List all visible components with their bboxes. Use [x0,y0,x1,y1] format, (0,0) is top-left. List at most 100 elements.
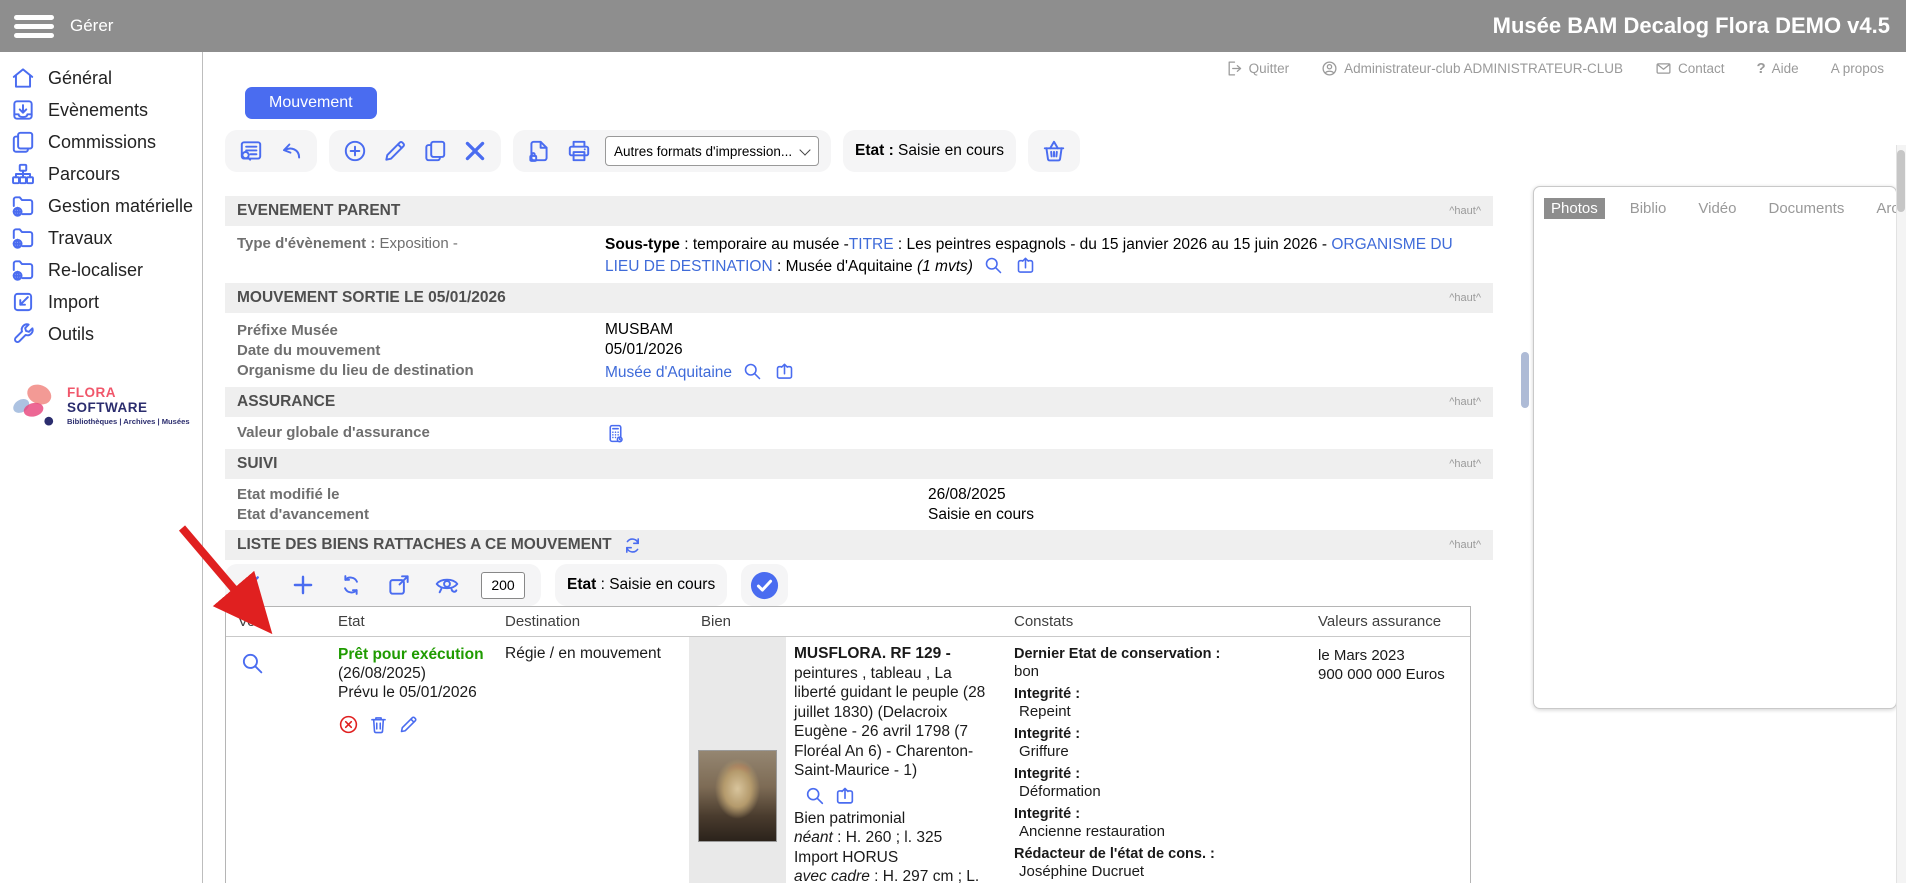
open-record-icon[interactable] [834,785,856,807]
folder-globe-icon [10,193,36,219]
sidebar-item-evenements[interactable]: Evènements [0,94,202,126]
add-bien-button[interactable] [289,571,317,599]
destination-cell: Régie / en mouvement [493,637,689,883]
etat-badge: Etat : Saisie en cours [843,130,1016,172]
tab-documents[interactable]: Documents [1761,198,1851,219]
list-search-button[interactable] [237,137,265,165]
main-content: Mouvement Autres formats d'impression...… [203,52,1533,883]
collapse-left-button[interactable] [241,571,269,599]
view-search-icon[interactable] [240,651,265,676]
aide-link[interactable]: ? Aide [1757,60,1799,77]
soustype-label: Sous-type [605,236,680,253]
cancel-circle-icon[interactable] [338,714,359,735]
edit-pencil-icon[interactable] [398,714,419,735]
edit-button[interactable] [381,137,409,165]
app-title: Musée BAM Decalog Flora DEMO v4.5 [1493,13,1890,39]
user-bar: Quitter Administrateur-club ADMINISTRATE… [1226,60,1884,77]
add-button[interactable] [341,137,369,165]
tab-photos[interactable]: Photos [1544,198,1605,219]
haut-link[interactable]: ^haut^ [1449,396,1481,408]
hamburger-menu-icon[interactable] [14,11,54,42]
content-scrollbar-thumb[interactable] [1521,352,1529,408]
sidebar-item-outils[interactable]: Outils [0,318,202,350]
sidebar-item-general[interactable]: Général [0,62,202,94]
haut-link[interactable]: ^haut^ [1449,539,1481,551]
envelope-icon [1655,60,1672,77]
export-button[interactable] [385,571,413,599]
sidebar-item-travaux[interactable]: Travaux [0,222,202,254]
media-tabs: Photos Biblio Vidéo Documents Archives [1544,198,1896,219]
contact-link[interactable]: Contact [1655,60,1725,77]
folder-globe-icon [10,257,36,283]
home-icon [10,65,36,91]
sidebar-item-import[interactable]: Import [0,286,202,318]
etat-avancement-row: Etat d'avancement Saisie en cours [225,506,1533,524]
sidebar-item-gestion-materielle[interactable]: Gestion matérielle [0,190,202,222]
search-icon[interactable] [742,361,763,382]
refresh-icon[interactable] [622,535,643,556]
toolbar-group-print: Autres formats d'impression... [513,130,831,172]
document-lock-button[interactable] [525,137,553,165]
voir-cell [226,637,326,883]
print-format-select[interactable]: Autres formats d'impression... [605,136,819,166]
tab-biblio[interactable]: Biblio [1623,198,1674,219]
sitemap-icon [10,161,36,187]
toolbar-group-basket [1028,130,1080,172]
haut-link[interactable]: ^haut^ [1449,292,1481,304]
delete-button[interactable] [461,137,489,165]
musee-aquitaine-link[interactable]: Musée d'Aquitaine [605,364,732,381]
tab-video[interactable]: Vidéo [1691,198,1743,219]
sidebar-item-relocaliser[interactable]: Re-localiser [0,254,202,286]
page-scrollbar-thumb[interactable] [1897,150,1905,212]
record-toolbar: Autres formats d'impression... Etat : Sa… [225,130,1533,172]
page-scrollbar[interactable] [1896,145,1906,883]
liste-etat-badge: Etat : Saisie en cours [555,564,727,606]
menu-label[interactable]: Gérer [70,16,113,36]
liste-toolbar: Etat : Saisie en cours [225,564,1533,606]
trash-icon[interactable] [368,714,389,735]
search-icon[interactable] [983,255,1004,276]
bien-image-cell [689,637,786,883]
calculator-icon[interactable] [605,423,626,444]
apropos-link[interactable]: A propos [1831,61,1884,76]
tray-down-icon [10,97,36,123]
copy-button[interactable] [421,137,449,165]
validate-check-button[interactable] [749,570,780,601]
sidebar-item-parcours[interactable]: Parcours [0,158,202,190]
tab-mouvement[interactable]: Mouvement [245,87,377,119]
open-record-icon[interactable] [774,361,795,382]
evenement-parent-row: Type d'évènement : Exposition - Sous-typ… [225,234,1533,277]
folders-icon [10,129,36,155]
sidebar-item-commissions[interactable]: Commissions [0,126,202,158]
brand-flora: FLORA [67,385,116,400]
basket-button[interactable] [1040,137,1068,165]
user-account[interactable]: Administrateur-club ADMINISTRATEUR-CLUB [1321,60,1623,77]
brand-software: SOFTWARE [67,400,148,415]
open-record-icon[interactable] [1015,255,1036,276]
titre-link[interactable]: TITRE [849,236,894,253]
organisme-row: Organisme du lieu de destination Musée d… [225,361,1533,382]
constats-cell: Dernier Etat de conservation : bon Integ… [1002,637,1306,883]
quitter-link[interactable]: Quitter [1226,60,1290,77]
haut-link[interactable]: ^haut^ [1449,205,1481,217]
recycle-button[interactable] [337,571,365,599]
section-suivi: SUIVI ^haut^ [225,449,1493,479]
biens-table-header: Voir Etat Destination Bien Constats Vale… [226,607,1470,637]
haut-link[interactable]: ^haut^ [1449,458,1481,470]
eye-horus-button[interactable] [433,571,461,599]
prefixe-row: Préfixe Musée MUSBAM [225,321,1533,339]
section-assurance: ASSURANCE ^haut^ [225,387,1493,417]
undo-button[interactable] [277,137,305,165]
valeurs-cell: le Mars 2023 900 000 000 Euros [1306,637,1471,883]
toolbar-group-edit [329,130,501,172]
table-row: Prêt pour exécution (26/08/2025) Prévu l… [226,637,1470,883]
artwork-thumbnail[interactable] [698,750,777,842]
question-icon: ? [1757,60,1766,77]
rows-count-input[interactable] [481,572,525,599]
flora-flower-icon [6,380,63,430]
validate-group [741,564,788,606]
search-icon[interactable] [804,785,826,807]
brand-tagline: Bibliothèques | Archives | Musées [67,417,198,426]
print-button[interactable] [565,137,593,165]
bien-reference: MUSFLORA. RF 129 - [794,645,951,662]
